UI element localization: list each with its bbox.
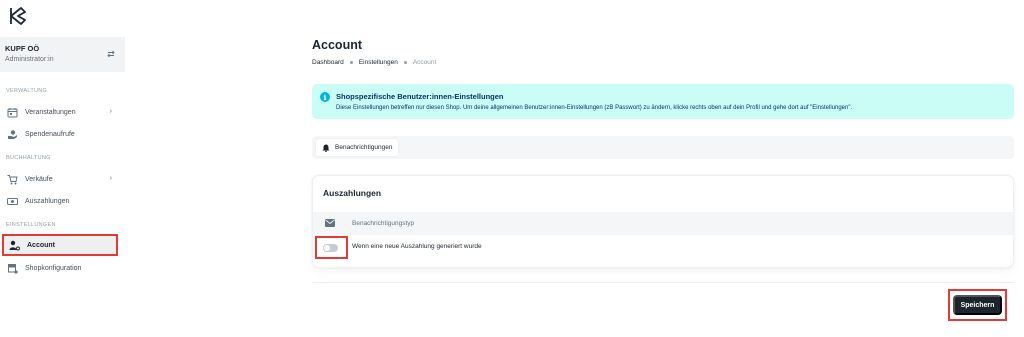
mail-icon <box>325 219 335 227</box>
user-settings-icon <box>8 239 20 251</box>
sidebar-item-account[interactable]: Account <box>2 234 118 256</box>
info-icon: i <box>320 92 330 102</box>
table-header: Benachrichtigungstyp <box>313 212 1013 235</box>
sidebar-item-spendenaufrufe[interactable]: Spendenaufrufe <box>2 124 118 144</box>
swap-arrows-icon[interactable] <box>106 49 116 59</box>
calendar-list-icon <box>6 106 18 118</box>
sidebar-item-veranstaltungen[interactable]: Veranstaltungen › <box>2 102 118 122</box>
toggle-knob <box>324 245 330 251</box>
chevron-right-icon: › <box>109 175 112 182</box>
sidebar-item-label: Veranstaltungen <box>25 108 76 116</box>
breadcrumb-account: Account <box>412 59 437 66</box>
info-title: Shopspezifische Benutzer:innen-Einstellu… <box>336 92 504 101</box>
sidebar-item-label: Shopkonfiguration <box>25 264 82 272</box>
save-button[interactable]: Speichern <box>953 295 1002 315</box>
bell-icon <box>322 144 330 152</box>
info-alert: i Shopspezifische Benutzer:innen-Einstel… <box>312 84 1014 119</box>
toggle-highlight <box>315 236 348 259</box>
sidebar-item-label: Spendenaufrufe <box>25 130 75 138</box>
donation-hand-icon <box>6 128 18 140</box>
new-payout-toggle[interactable] <box>323 244 338 252</box>
tab-label: Benachrichtigungen <box>335 144 393 151</box>
breadcrumb: Dashboard Einstellungen Account <box>312 59 436 66</box>
org-role: Administrator:in <box>5 56 54 63</box>
app-logo[interactable] <box>8 6 28 26</box>
sidebar: KUPF OÖ Administrator:in VERWALTUNG Vera… <box>0 0 125 337</box>
sidebar-item-verkaeufe[interactable]: Verkäufe › <box>2 169 118 189</box>
info-text: Diese Einstellungen betreffen nur diesen… <box>336 105 853 111</box>
sidebar-item-label: Account <box>27 241 55 249</box>
table-row: Wenn eine neue Auszahlung generiert wurd… <box>313 235 1013 259</box>
sidebar-item-auszahlungen[interactable]: Auszahlungen <box>2 191 118 211</box>
breadcrumb-separator <box>349 61 353 64</box>
card-title: Auszahlungen <box>323 188 382 198</box>
breadcrumb-separator <box>403 61 407 64</box>
org-name: KUPF OÖ <box>5 44 40 53</box>
breadcrumb-einstellungen[interactable]: Einstellungen <box>359 59 398 66</box>
row-label: Wenn eine neue Auszahlung generiert wurd… <box>352 243 482 250</box>
divider <box>312 282 1014 283</box>
breadcrumb-dashboard[interactable]: Dashboard <box>312 59 344 66</box>
tab-benachrichtigungen[interactable]: Benachrichtigungen <box>316 139 399 156</box>
save-highlight: Speichern <box>948 289 1007 321</box>
column-header-notification-type: Benachrichtigungstyp <box>352 220 415 227</box>
money-icon <box>6 195 18 207</box>
settings-tabs: Benachrichtigungen <box>312 136 1014 159</box>
page-title: Account <box>312 38 362 52</box>
section-label-verwaltung: VERWALTUNG <box>6 88 48 94</box>
chevron-right-icon: › <box>109 108 112 115</box>
section-label-einstellungen: EINSTELLUNGEN <box>6 222 56 228</box>
org-switcher[interactable]: KUPF OÖ Administrator:in <box>0 37 125 72</box>
sidebar-item-label: Auszahlungen <box>25 197 70 205</box>
shop-settings-icon <box>6 262 18 274</box>
cart-icon <box>6 173 18 185</box>
sidebar-item-label: Verkäufe <box>25 175 53 183</box>
payouts-card: Auszahlungen Benachrichtigungstyp Wenn e… <box>312 175 1014 268</box>
section-label-buchhaltung: BUCHHALTUNG <box>6 155 51 161</box>
sidebar-item-shopkonfiguration[interactable]: Shopkonfiguration <box>2 258 118 278</box>
